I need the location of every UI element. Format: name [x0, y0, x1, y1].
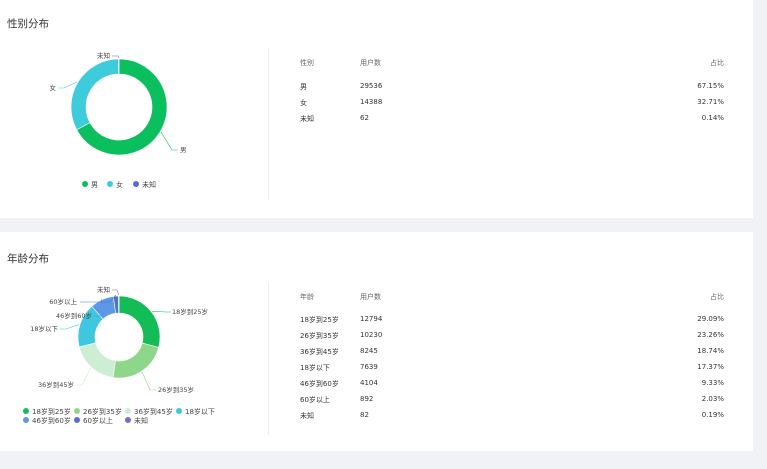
legend-swatch — [125, 417, 131, 423]
legend-label: 18岁到25岁 — [32, 408, 71, 416]
legend-swatch — [23, 417, 29, 423]
section-divider — [268, 48, 269, 200]
cell-label: 36岁到45岁 — [300, 348, 339, 356]
legend-item-46-60[interactable]: 46岁到60岁 — [23, 416, 71, 426]
cell-count: 29536 — [360, 82, 383, 90]
gender-distribution-card: 性别分布 男女未知 男 女 未知 性别 用户数 占比 男 29536 67.15… — [0, 0, 753, 218]
cell-label: 未知 — [300, 412, 314, 420]
cell-percent: 2.03% — [701, 395, 724, 403]
cell-label: 未知 — [300, 115, 314, 123]
cell-count: 892 — [360, 395, 374, 403]
cell-label: 18岁以下 — [300, 364, 330, 372]
table-row: 46岁到60岁 4104 9.33% — [300, 379, 724, 391]
legend-label: 男 — [91, 181, 98, 189]
legend-item-female[interactable]: 女 — [107, 180, 123, 190]
cell-count: 8245 — [360, 347, 378, 355]
header-percentage: 占比 — [710, 59, 724, 67]
table-header-row: 年龄 用户数 占比 — [300, 292, 724, 304]
legend-swatch — [23, 408, 29, 414]
table-header-row: 性别 用户数 占比 — [300, 58, 724, 70]
legend-label: 未知 — [134, 417, 148, 425]
cell-percent: 17.37% — [697, 363, 724, 371]
cell-count: 12794 — [360, 315, 383, 323]
table-row: 18岁以下 7639 17.37% — [300, 363, 724, 375]
gender-legend: 男 女 未知 — [0, 0, 268, 218]
age-distribution-card: 年龄分布 18岁到25岁 26岁到35岁 36岁到45岁 18岁以下 46岁到60岁 60… — [0, 232, 753, 451]
cell-count: 10230 — [360, 331, 383, 339]
cell-count: 82 — [360, 411, 369, 419]
cell-label: 18岁到25岁 — [300, 316, 339, 324]
table-row: 36岁到45岁 8245 18.74% — [300, 347, 724, 359]
table-row: 26岁到35岁 10230 23.26% — [300, 331, 724, 343]
cell-percent: 18.74% — [697, 347, 724, 355]
cell-percent: 0.19% — [701, 411, 724, 419]
section-divider — [268, 283, 269, 435]
legend-label: 36岁到45岁 — [134, 408, 173, 416]
header-user-count: 用户数 — [360, 293, 381, 301]
legend-swatch — [107, 181, 113, 187]
table-row: 未知 82 0.19% — [300, 411, 724, 423]
cell-percent: 0.14% — [701, 114, 724, 122]
legend-label: 60岁以上 — [83, 417, 113, 425]
legend-label: 26岁到35岁 — [83, 408, 122, 416]
legend-label: 未知 — [142, 181, 156, 189]
cell-count: 7639 — [360, 363, 378, 371]
cell-label: 46岁到60岁 — [300, 380, 339, 388]
header-percentage: 占比 — [710, 293, 724, 301]
legend-item-male[interactable]: 男 — [82, 180, 98, 190]
age-legend: 18岁到25岁 26岁到35岁 36岁到45岁 18岁以下 46岁到60岁 60… — [0, 232, 268, 451]
cell-percent: 29.09% — [697, 315, 724, 323]
header-user-count: 用户数 — [360, 59, 381, 67]
legend-item-under-18[interactable]: 18岁以下 — [176, 407, 215, 417]
legend-swatch — [133, 181, 139, 187]
header-age: 年龄 — [300, 293, 314, 301]
cell-count: 14388 — [360, 98, 383, 106]
legend-label: 女 — [116, 181, 123, 189]
legend-item-unknown[interactable]: 未知 — [133, 180, 156, 190]
legend-swatch — [176, 408, 182, 414]
table-row: 未知 62 0.14% — [300, 114, 724, 126]
cell-percent: 23.26% — [697, 331, 724, 339]
legend-label: 18岁以下 — [185, 408, 215, 416]
table-row: 18岁到25岁 12794 29.09% — [300, 315, 724, 327]
cell-label: 26岁到35岁 — [300, 332, 339, 340]
legend-swatch — [74, 417, 80, 423]
cell-count: 4104 — [360, 379, 378, 387]
table-row: 女 14388 32.71% — [300, 98, 724, 110]
cell-label: 60岁以上 — [300, 396, 330, 404]
legend-swatch — [74, 408, 80, 414]
cell-percent: 67.15% — [697, 82, 724, 90]
cell-label: 女 — [300, 99, 307, 107]
legend-item-unknown[interactable]: 未知 — [125, 416, 148, 426]
legend-swatch — [125, 408, 131, 414]
cell-label: 男 — [300, 83, 307, 91]
legend-item-over-60[interactable]: 60岁以上 — [74, 416, 113, 426]
table-row: 60岁以上 892 2.03% — [300, 395, 724, 407]
cell-percent: 32.71% — [697, 98, 724, 106]
cell-count: 62 — [360, 114, 369, 122]
header-gender: 性别 — [300, 59, 314, 67]
table-row: 男 29536 67.15% — [300, 82, 724, 94]
cell-percent: 9.33% — [701, 379, 724, 387]
legend-swatch — [82, 181, 88, 187]
legend-label: 46岁到60岁 — [32, 417, 71, 425]
